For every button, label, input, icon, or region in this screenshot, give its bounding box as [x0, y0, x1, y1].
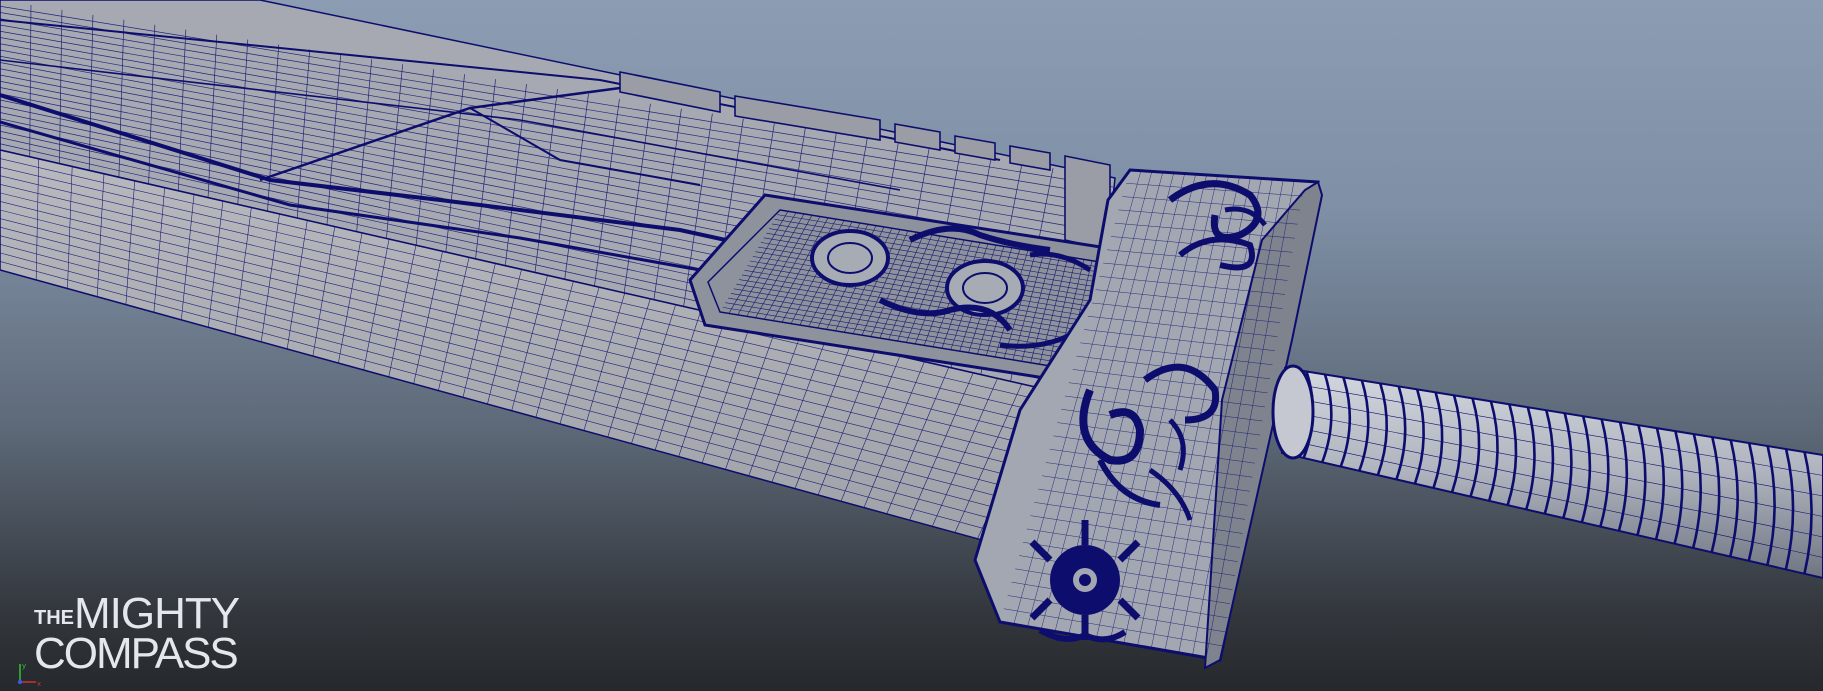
watermark-compass: COMPASS — [34, 629, 237, 672]
axis-y-label: y — [22, 662, 26, 670]
the-mighty-compass-watermark: THE MIGHTY COMPASS — [34, 589, 241, 672]
handle-collar — [1271, 364, 1315, 460]
materia-slot-1 — [810, 229, 890, 287]
watermark-the: THE — [34, 607, 74, 629]
view-axis-gizmo: y x — [17, 662, 41, 688]
sword-handle — [1271, 364, 1823, 580]
axis-x-label: x — [37, 680, 41, 688]
axis-z-dot — [17, 679, 23, 685]
maya-viewport[interactable]: THE MIGHTY COMPASS y x — [0, 0, 1823, 691]
